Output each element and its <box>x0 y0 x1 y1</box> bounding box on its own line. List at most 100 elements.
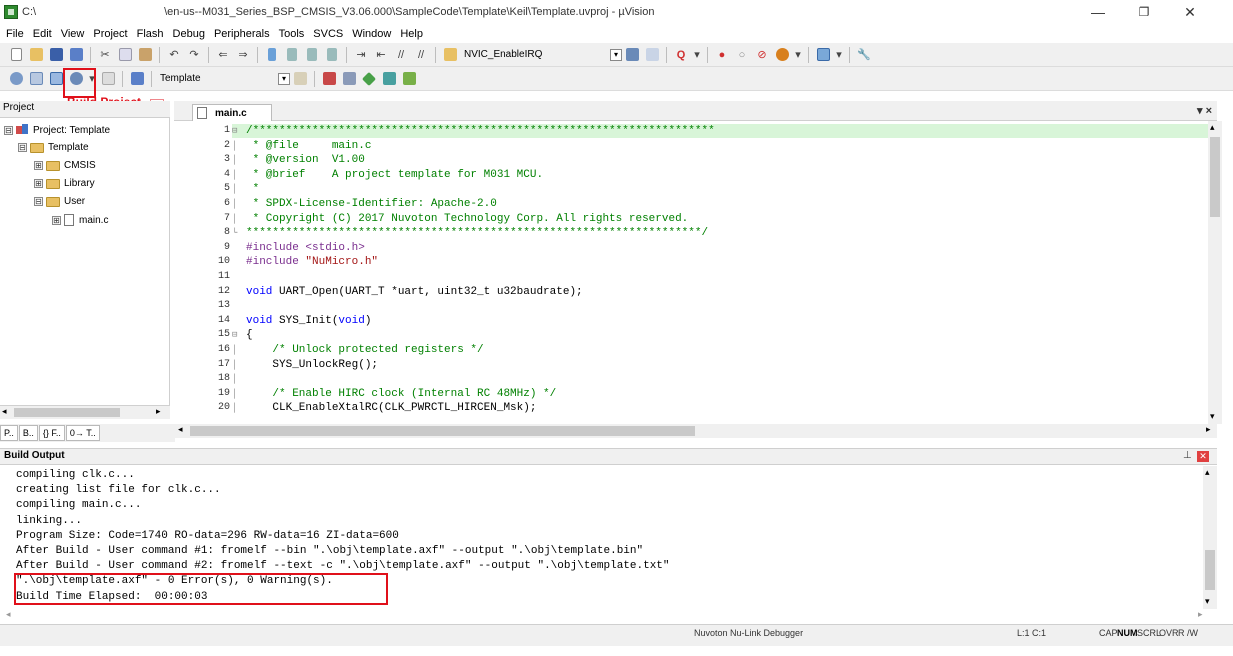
enable-breakpoint-icon[interactable]: ○ <box>734 47 750 63</box>
window-layout-icon[interactable] <box>815 47 831 63</box>
pin-icon[interactable]: ⊥ <box>1183 450 1192 461</box>
menu-project[interactable]: Project <box>93 28 133 40</box>
scroll-up-icon[interactable]: ▴ <box>1205 467 1210 478</box>
manage-project-items-icon[interactable] <box>321 71 337 87</box>
manage-rte-icon[interactable] <box>361 71 377 87</box>
tab-main-c[interactable]: main.c <box>192 104 272 121</box>
scroll-thumb[interactable] <box>1210 137 1220 217</box>
menu-peripherals[interactable]: Peripherals <box>214 28 276 40</box>
chevron-down-icon[interactable]: ▾ <box>794 47 802 63</box>
download-icon[interactable] <box>129 71 145 87</box>
chevron-down-icon[interactable]: ▾ <box>693 47 701 63</box>
paste-icon[interactable] <box>137 47 153 63</box>
build-project-icon[interactable] <box>48 71 64 87</box>
tab-project[interactable]: P.. <box>0 425 18 441</box>
stop-build-icon[interactable] <box>100 71 116 87</box>
indent-icon[interactable]: ⇥ <box>353 47 369 63</box>
chevron-down-icon[interactable]: ▾ <box>835 47 843 63</box>
editor-hscrollbar[interactable]: ◂ ▸ <box>174 424 1217 438</box>
scroll-right-icon[interactable]: ▸ <box>1198 609 1203 620</box>
tab-books[interactable]: B.. <box>18 425 38 441</box>
navigate-forward-icon[interactable]: ⇒ <box>235 47 251 63</box>
scroll-down-icon[interactable]: ▾ <box>1205 596 1210 607</box>
undo-icon[interactable]: ↶ <box>166 47 182 63</box>
editor-menu-chevron-icon[interactable]: ▾ × <box>1197 104 1212 117</box>
scroll-right-icon[interactable]: ▸ <box>1206 424 1211 435</box>
open-file-icon[interactable] <box>28 47 44 63</box>
collapse-toggle-icon[interactable]: ⊟ <box>4 125 13 135</box>
bookmark-icon[interactable] <box>264 47 280 63</box>
minimize-button[interactable]: — <box>1075 0 1121 24</box>
output-hscrollbar[interactable]: ◂ ▸ <box>0 609 1217 623</box>
insert-breakpoint-icon[interactable]: ● <box>714 47 730 63</box>
comment-icon[interactable]: // <box>393 47 409 63</box>
copy-icon[interactable] <box>117 47 133 63</box>
scroll-left-icon[interactable]: ◂ <box>178 424 183 435</box>
next-bookmark-icon[interactable] <box>304 47 320 63</box>
uncomment-icon[interactable]: // <box>413 47 429 63</box>
save-icon[interactable] <box>48 47 64 63</box>
prev-bookmark-icon[interactable] <box>284 47 300 63</box>
menu-edit[interactable]: Edit <box>33 28 58 40</box>
menu-window[interactable]: Window <box>352 28 397 40</box>
tree-node-user[interactable]: ⊟ User <box>34 196 85 207</box>
build-icon[interactable] <box>28 71 44 87</box>
output-vscrollbar[interactable]: ▴ ▾ <box>1203 466 1217 609</box>
tree-node-main-c[interactable]: ⊞ main.c <box>52 214 108 226</box>
tree-node-template[interactable]: ⊟ Template <box>18 142 89 153</box>
scroll-left-icon[interactable]: ◂ <box>2 406 7 417</box>
configure-icon[interactable]: 🔧 <box>856 47 872 63</box>
menu-debug[interactable]: Debug <box>173 28 211 40</box>
scroll-down-icon[interactable]: ▾ <box>1210 411 1215 422</box>
unindent-icon[interactable]: ⇤ <box>373 47 389 63</box>
scroll-up-icon[interactable]: ▴ <box>1210 122 1215 133</box>
menu-view[interactable]: View <box>61 28 91 40</box>
fold-marker[interactable]: ⊟ <box>232 124 237 138</box>
tree-node-library[interactable]: ⊞ Library <box>34 178 95 189</box>
menu-file[interactable]: File <box>6 28 30 40</box>
tree-node-cmsis[interactable]: ⊞ CMSIS <box>34 160 96 171</box>
disable-breakpoints-icon[interactable]: ⊘ <box>754 47 770 63</box>
incremental-find-icon[interactable] <box>624 47 640 63</box>
scroll-thumb[interactable] <box>14 408 120 417</box>
scroll-left-icon[interactable]: ◂ <box>6 609 11 620</box>
clear-bookmarks-icon[interactable] <box>324 47 340 63</box>
cut-icon[interactable]: ✂ <box>97 47 113 63</box>
chevron-down-icon[interactable]: ▾ <box>610 48 622 61</box>
maximize-button[interactable]: ❐ <box>1121 0 1167 24</box>
fold-marker[interactable]: ⊟ <box>232 328 237 342</box>
target-options-icon[interactable] <box>292 71 308 87</box>
debug-session-icon[interactable]: Q <box>673 47 689 63</box>
editor-vscrollbar[interactable]: ▴ ▾ <box>1208 121 1222 424</box>
expand-toggle-icon[interactable]: ⊞ <box>34 179 43 188</box>
chevron-down-icon[interactable]: ▾ <box>278 72 290 85</box>
tab-templates[interactable]: 0→ T.. <box>65 425 100 441</box>
translate-icon[interactable] <box>8 71 24 87</box>
scroll-thumb[interactable] <box>190 426 695 436</box>
collapse-toggle-icon[interactable]: ⊟ <box>18 143 27 152</box>
target-select-value[interactable]: Template <box>160 73 272 84</box>
scroll-thumb[interactable] <box>1205 550 1215 590</box>
project-hscrollbar[interactable]: ◂ ▸ <box>0 405 170 419</box>
menu-help[interactable]: Help <box>400 28 429 40</box>
kill-breakpoints-icon[interactable] <box>774 47 790 63</box>
scroll-right-icon[interactable]: ▸ <box>156 406 161 417</box>
find-in-files-icon[interactable] <box>442 47 458 63</box>
menu-svcs[interactable]: SVCS <box>313 28 349 40</box>
tree-node-project[interactable]: ⊟ Project: Template <box>4 124 110 136</box>
save-all-icon[interactable] <box>68 47 84 63</box>
close-icon[interactable]: ✕ <box>1197 451 1209 462</box>
find-icon[interactable] <box>644 47 660 63</box>
select-packs-icon[interactable] <box>341 71 357 87</box>
menu-tools[interactable]: Tools <box>279 28 311 40</box>
expand-toggle-icon[interactable]: ⊞ <box>34 161 43 170</box>
expand-toggle-icon[interactable]: ⊞ <box>52 215 61 225</box>
close-window-button[interactable]: ✕ <box>1167 0 1213 24</box>
redo-icon[interactable]: ↷ <box>186 47 202 63</box>
tab-functions[interactable]: {} F.. <box>38 425 65 441</box>
navigate-back-icon[interactable]: ⇐ <box>215 47 231 63</box>
menu-flash[interactable]: Flash <box>137 28 170 40</box>
new-file-icon[interactable] <box>8 47 24 63</box>
pack-icon[interactable] <box>401 71 417 87</box>
collapse-toggle-icon[interactable]: ⊟ <box>34 197 43 206</box>
